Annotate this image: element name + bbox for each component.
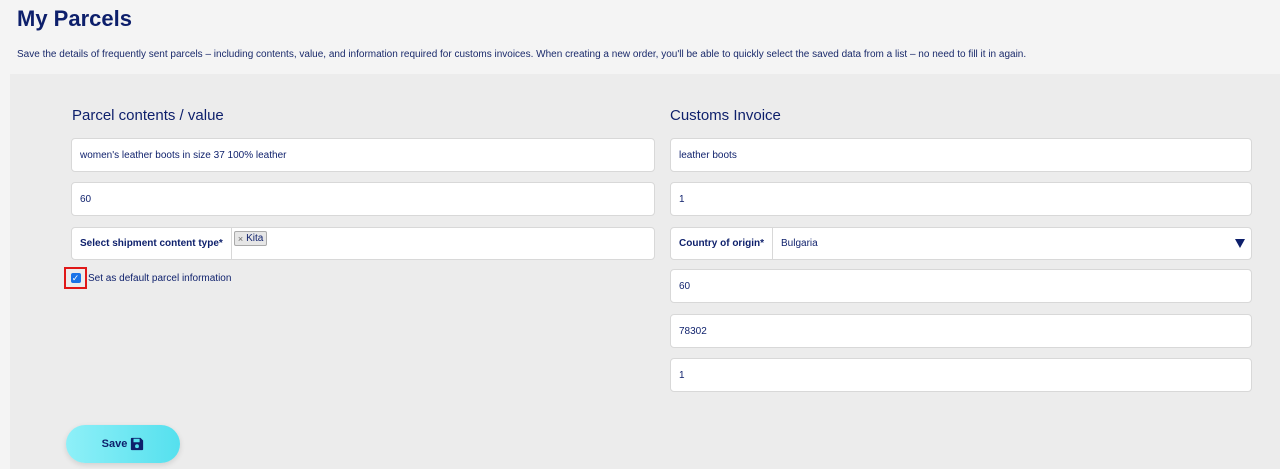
default-parcel-checkbox[interactable]: ✓ [70, 273, 81, 283]
country-of-origin-select[interactable]: Country of origin* Bulgaria [670, 227, 1252, 260]
content-type-label: Select shipment content type* [72, 228, 232, 259]
dropdown-arrow-icon[interactable] [1235, 239, 1245, 248]
default-checkbox-highlight: ✓ [64, 267, 87, 289]
customs-quantity-value: 1 [679, 193, 685, 205]
parcel-value-text: 60 [80, 193, 92, 205]
customs-description-input[interactable]: leather boots [670, 138, 1252, 172]
customs-section-title: Customs Invoice [670, 107, 781, 124]
parcel-contents-input[interactable]: women's leather boots in size 37 100% le… [71, 138, 655, 172]
default-checkbox-label[interactable]: Set as default parcel information [88, 273, 231, 284]
hs-code-value: 78302 [679, 325, 707, 337]
customs-weight-value: 1 [679, 369, 685, 381]
parcel-value-input[interactable]: 60 [71, 182, 655, 216]
content-type-tag-area[interactable]: × Kita [232, 228, 654, 259]
page-title: My Parcels [17, 6, 132, 31]
page-description: Save the details of frequently sent parc… [17, 49, 1027, 60]
save-button[interactable]: Save [66, 425, 180, 463]
customs-value-text: 60 [679, 280, 691, 292]
content-type-tag: × Kita [233, 231, 268, 246]
parcel-contents-value: women's leather boots in size 37 100% le… [80, 149, 287, 161]
save-label: Save [101, 438, 128, 450]
hs-code-input[interactable]: 78302 [670, 314, 1252, 348]
parcel-section-title: Parcel contents / value [72, 107, 224, 124]
content-type-select[interactable]: Select shipment content type* × Kita [71, 227, 655, 260]
tag-remove-icon[interactable]: × [238, 234, 243, 244]
customs-description-value: leather boots [679, 149, 737, 161]
country-value: Bulgaria [781, 238, 818, 249]
country-label: Country of origin* [671, 228, 773, 259]
customs-value-input[interactable]: 60 [670, 269, 1252, 303]
tag-label: Kita [246, 233, 264, 244]
floppy-disk-icon [131, 437, 144, 451]
customs-weight-input[interactable]: 1 [670, 358, 1252, 392]
customs-quantity-input[interactable]: 1 [670, 182, 1252, 216]
